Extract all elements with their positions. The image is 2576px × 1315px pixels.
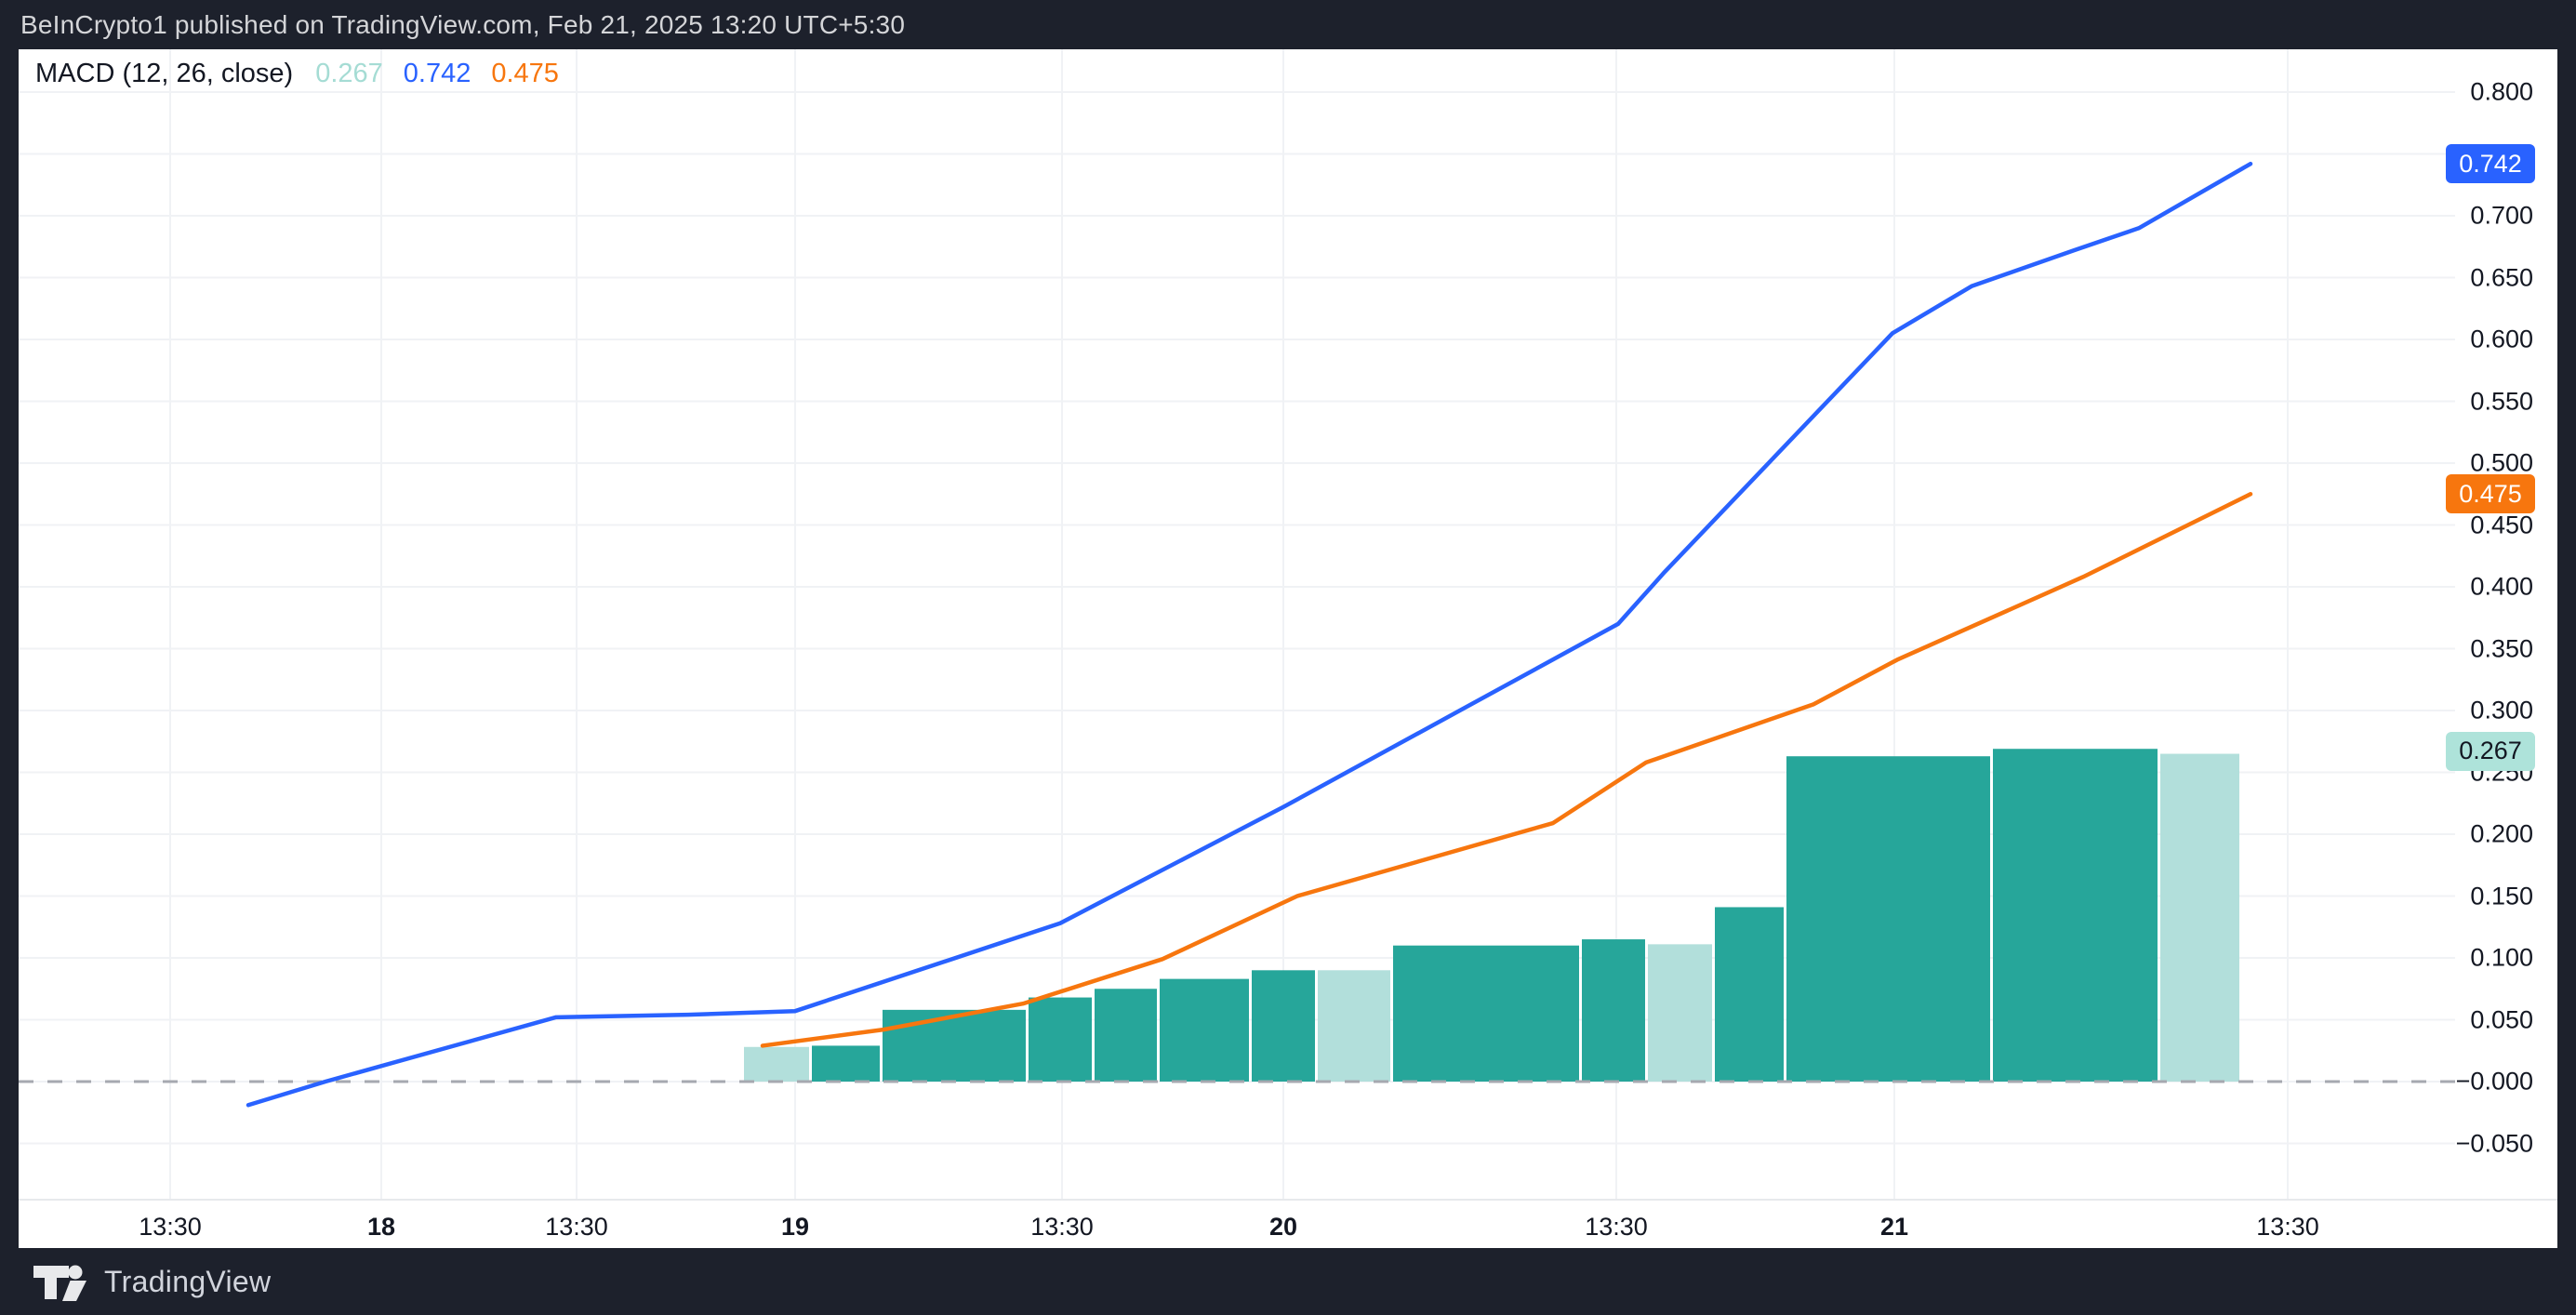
footer-brand-text: TradingView xyxy=(104,1265,271,1299)
price-scale-label: −0.050 xyxy=(2456,1129,2533,1158)
histogram-bar xyxy=(1095,989,1157,1082)
histogram-bar xyxy=(1786,756,1990,1082)
histogram-bar xyxy=(1252,970,1315,1082)
histogram-bar xyxy=(1993,749,2158,1082)
histogram-bar xyxy=(812,1045,880,1082)
price-label-badge: 0.267 xyxy=(2446,732,2535,771)
indicator-header: MACD (12, 26, close) 0.267 0.742 0.475 xyxy=(35,59,579,89)
price-scale-label: 0.400 xyxy=(2470,573,2533,602)
time-scale-label: 20 xyxy=(1269,1213,1297,1242)
publish-info-text: BeInCrypto1 published on TradingView.com… xyxy=(20,10,905,40)
indicator-signal-value: 0.475 xyxy=(491,59,559,89)
histogram-bar xyxy=(1393,946,1579,1082)
price-scale-label: 0.200 xyxy=(2470,820,2533,849)
price-scale-label: 0.700 xyxy=(2470,202,2533,231)
price-scale-label: −0.000 xyxy=(2456,1068,2533,1096)
price-scale-label: 0.450 xyxy=(2470,511,2533,539)
time-scale-label: 13:30 xyxy=(545,1213,608,1242)
time-scale-label: 21 xyxy=(1880,1213,1908,1242)
price-label-badge: 0.742 xyxy=(2446,144,2535,183)
histogram-bar xyxy=(1029,998,1092,1082)
time-scale-label: 18 xyxy=(367,1213,395,1242)
price-scale-label: 0.500 xyxy=(2470,449,2533,478)
price-scale-label: 0.150 xyxy=(2470,882,2533,910)
histogram-bar xyxy=(1648,944,1712,1082)
indicator-title: MACD (12, 26, close) xyxy=(35,59,293,89)
histogram-bar xyxy=(2160,754,2239,1082)
price-label-badge: 0.475 xyxy=(2446,474,2535,513)
price-scale-label: 0.650 xyxy=(2470,263,2533,292)
indicator-histogram-value: 0.267 xyxy=(315,59,383,89)
price-scale-label: 0.300 xyxy=(2470,697,2533,725)
histogram-bar xyxy=(744,1047,809,1082)
tradingview-logo-icon xyxy=(32,1260,89,1303)
indicator-macd-value: 0.742 xyxy=(404,59,471,89)
price-scale-label: 0.600 xyxy=(2470,325,2533,354)
time-scale-label: 13:30 xyxy=(1030,1213,1094,1242)
price-scale-label: 0.800 xyxy=(2470,78,2533,107)
histogram-bar xyxy=(1582,939,1645,1082)
time-scale-label: 19 xyxy=(781,1213,809,1242)
footer-bar: TradingView xyxy=(0,1248,2576,1315)
tradingview-published-chart: BeInCrypto1 published on TradingView.com… xyxy=(0,0,2576,1315)
histogram-bar xyxy=(883,1010,1026,1082)
time-scale-label: 13:30 xyxy=(139,1213,202,1242)
price-scale-label: 0.350 xyxy=(2470,634,2533,663)
histogram-bar xyxy=(1318,970,1390,1082)
macd-chart-canvas[interactable] xyxy=(19,49,2557,1248)
price-scale-label: 0.100 xyxy=(2470,944,2533,973)
histogram-bar xyxy=(1715,907,1784,1082)
publish-info-bar: BeInCrypto1 published on TradingView.com… xyxy=(0,0,2576,49)
macd-pane[interactable]: MACD (12, 26, close) 0.267 0.742 0.475 0… xyxy=(19,49,2557,1248)
price-scale-label: 0.050 xyxy=(2470,1005,2533,1034)
histogram-bar xyxy=(1160,979,1249,1082)
price-scale-label: 0.550 xyxy=(2470,387,2533,416)
time-scale-label: 13:30 xyxy=(1585,1213,1648,1242)
macd-histogram xyxy=(744,749,2239,1082)
time-scale-label: 13:30 xyxy=(2256,1213,2319,1242)
